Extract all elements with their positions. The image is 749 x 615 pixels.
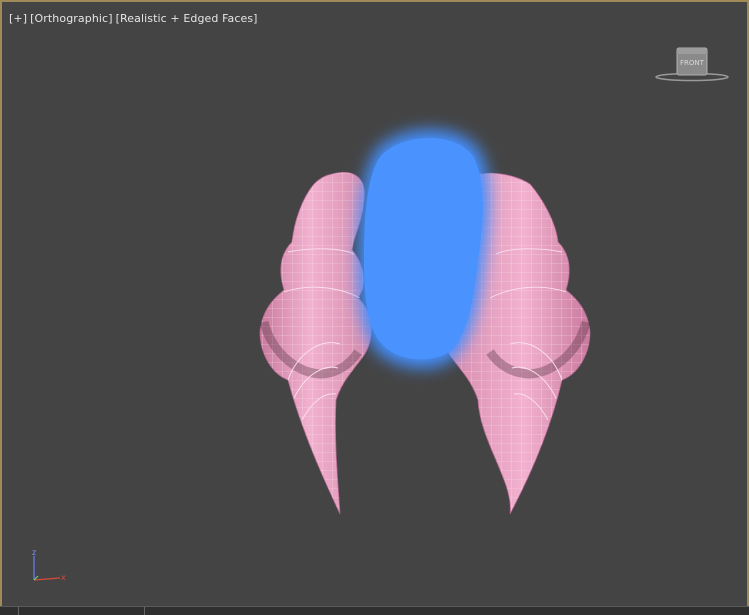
viewcube-face-label: FRONT	[680, 59, 705, 67]
x-axis-line	[33, 577, 61, 581]
axis-x-label: x	[61, 573, 66, 582]
scene-canvas[interactable]	[2, 2, 747, 612]
viewcube-icon[interactable]: FRONT	[652, 44, 732, 86]
viewport-front[interactable]: [+] [Orthographic] [Realistic + Edged Face…	[0, 0, 749, 614]
viewcube[interactable]: FRONT	[652, 44, 732, 86]
horn-left[interactable]	[259, 172, 372, 515]
axis-gizmo: z x	[32, 548, 66, 582]
axis-z-label: z	[32, 548, 36, 557]
